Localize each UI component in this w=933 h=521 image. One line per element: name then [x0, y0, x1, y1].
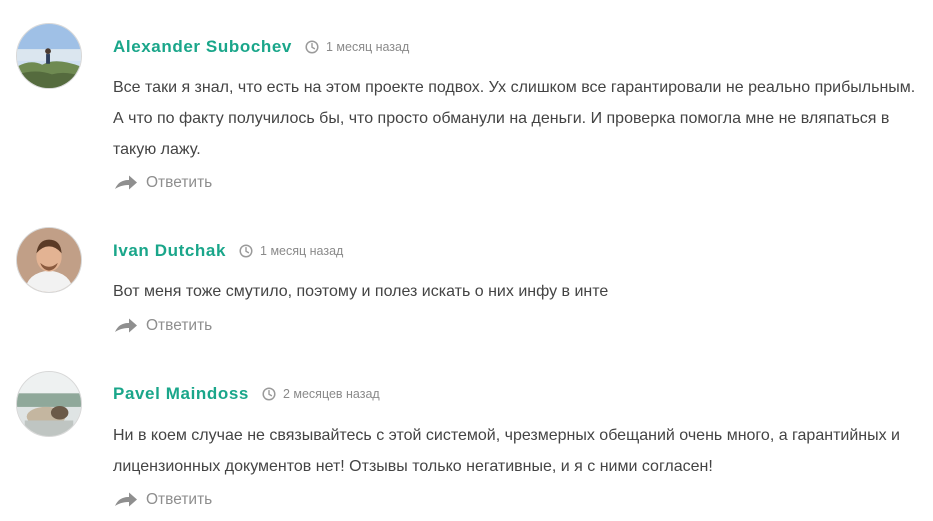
reply-button[interactable]: Ответить: [114, 491, 212, 509]
comment-time-text: 2 месяцев назад: [282, 387, 380, 401]
avatar[interactable]: [16, 227, 82, 293]
reply-label: Ответить: [146, 317, 213, 334]
comment-time-text: 1 месяц назад: [260, 244, 344, 258]
comment-timestamp: 1 месяц назад: [239, 244, 343, 258]
reply-arrow-icon: [114, 317, 138, 335]
clock-icon: [305, 40, 319, 54]
reply-arrow-icon: [114, 491, 138, 509]
avatar[interactable]: [16, 23, 82, 89]
reply-label: Ответить: [146, 174, 213, 191]
comment-author[interactable]: Ivan Dutchak: [113, 241, 226, 261]
reply-label: Ответить: [146, 491, 213, 508]
comment-author[interactable]: Pavel Maindoss: [113, 384, 249, 404]
reply-button[interactable]: Ответить: [114, 174, 212, 192]
comment-timestamp: 1 месяц назад: [305, 40, 409, 54]
comment-text: Вот меня тоже смутило, поэтому и полез и…: [113, 283, 609, 300]
reply-button[interactable]: Ответить: [114, 317, 212, 335]
clock-icon: [239, 244, 253, 258]
comment-author[interactable]: Alexander Subochev: [113, 37, 292, 57]
comment-time-text: 1 месяц назад: [325, 40, 410, 54]
avatar[interactable]: [16, 371, 82, 437]
comment-text: Ни в коем случае не связывайтесь с этой …: [113, 427, 900, 475]
comment-timestamp: 2 месяцев назад: [262, 387, 380, 401]
reply-arrow-icon: [114, 174, 138, 192]
clock-icon: [262, 387, 276, 401]
comment-text: Все таки я знал, что есть на этом проект…: [113, 79, 916, 158]
